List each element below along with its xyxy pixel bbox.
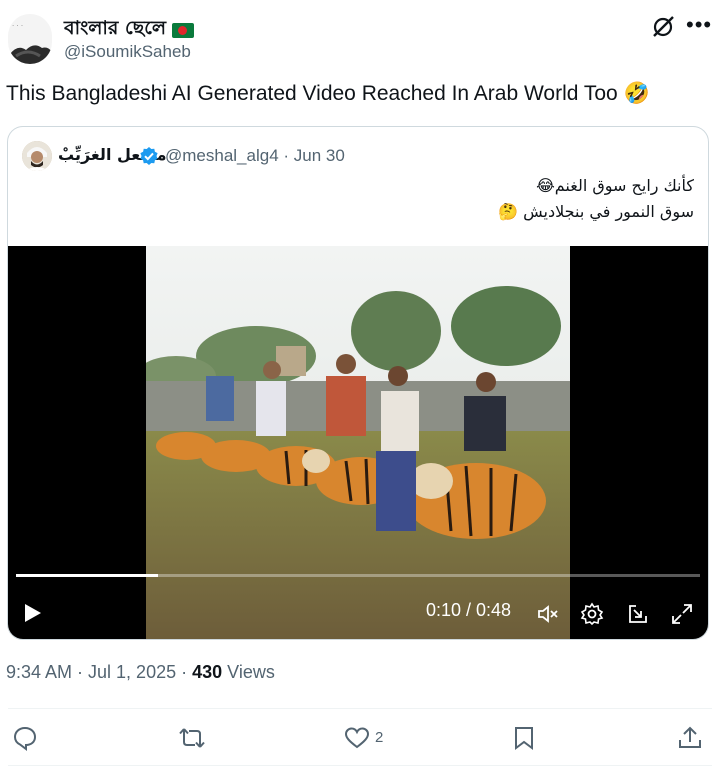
video-player[interactable]: 0:10 / 0:48 — [8, 246, 708, 639]
play-icon[interactable] — [20, 601, 44, 625]
grok-icon[interactable] — [650, 14, 676, 40]
divider-bottom — [8, 765, 712, 766]
mute-icon[interactable] — [536, 602, 560, 626]
settings-gear-icon[interactable] — [580, 602, 604, 626]
video-progress-bar[interactable] — [16, 574, 700, 577]
verified-badge-icon — [139, 146, 159, 166]
like-heart-icon[interactable] — [344, 725, 370, 751]
quoted-handle-date[interactable]: @meshal_alg4 · Jun 30 — [165, 146, 345, 166]
like-count[interactable]: 2 — [375, 729, 383, 746]
fullscreen-icon[interactable] — [670, 602, 694, 626]
picture-in-picture-icon[interactable] — [626, 602, 650, 626]
reply-icon[interactable] — [12, 725, 38, 751]
video-time: 0:10 / 0:48 — [426, 600, 512, 620]
bangladesh-flag-icon — [172, 22, 195, 38]
quoted-text-line-2: سوق النمور في بنجلاديش 🤔 — [498, 202, 694, 221]
tweet-timestamp[interactable]: 9:34 AM · Jul 1, 2025 · — [6, 662, 192, 682]
video-progress-fill — [16, 574, 159, 577]
quoted-author-avatar[interactable] — [22, 141, 52, 171]
views-count: 430 — [192, 662, 223, 682]
video-frame[interactable] — [146, 246, 570, 639]
tweet-meta: 9:34 AM · Jul 1, 2025 · 430 Views — [6, 662, 275, 683]
more-options-icon[interactable]: ••• — [686, 14, 712, 36]
divider-top — [8, 708, 712, 709]
bookmark-icon[interactable] — [511, 725, 537, 751]
author-handle[interactable]: @iSoumikSaheb — [64, 42, 191, 62]
tweet-text: This Bangladeshi AI Generated Video Reac… — [6, 82, 650, 105]
views-label: Views — [222, 662, 275, 682]
quoted-text-line-1: كأنك رايح سوق الغنم😂 — [536, 176, 694, 195]
author-avatar[interactable]: · · · — [8, 14, 52, 64]
quoted-tweet-card[interactable]: مشعل الغرَيِّبْ @meshal_alg4 · Jun 30 كأ… — [7, 126, 709, 640]
share-icon[interactable] — [677, 725, 703, 751]
svg-text:· · ·: · · · — [12, 22, 23, 30]
repost-icon[interactable] — [178, 725, 205, 751]
